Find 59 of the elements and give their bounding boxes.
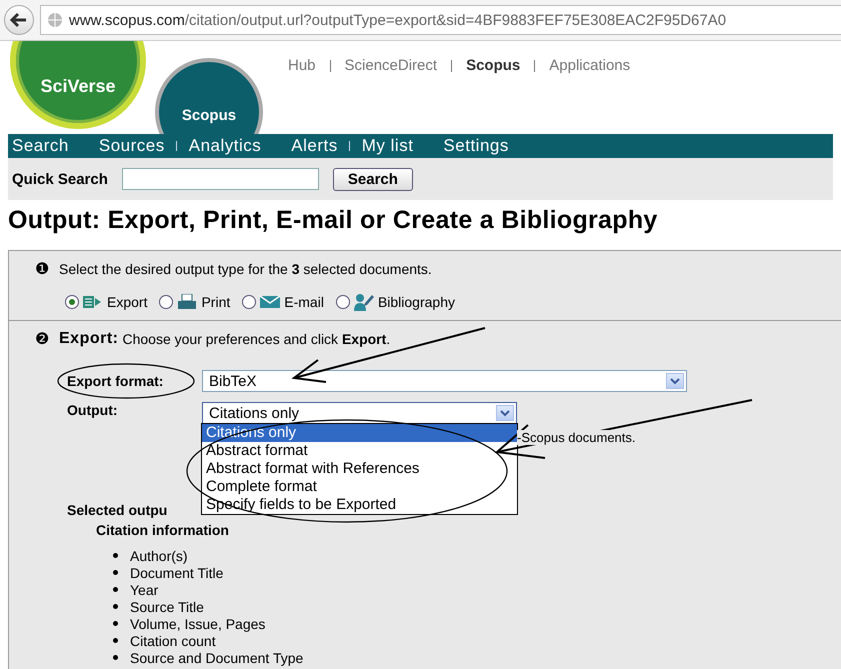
header-link[interactable]: Hub [288, 57, 316, 134]
nav-item[interactable]: Search [12, 136, 69, 156]
dropdown-option[interactable]: Abstract format [202, 442, 517, 460]
header-link[interactable]: Applications [549, 57, 630, 134]
field-name: Author(s) [130, 548, 188, 564]
radio-button[interactable] [336, 295, 350, 309]
quick-search-field[interactable] [122, 168, 319, 190]
field-name: Year [130, 582, 158, 598]
header-link[interactable]: ScienceDirect [344, 57, 438, 134]
field-label: Output: [67, 402, 119, 418]
nav-item[interactable]: Analytics [188, 136, 262, 156]
envelope-icon [260, 295, 280, 309]
field-label: Export format: [67, 373, 164, 389]
header-link[interactable]: Scopus [466, 57, 520, 134]
bullet-icon [113, 570, 118, 575]
step-number: ❷ [35, 329, 49, 348]
radio-label[interactable]: Export [107, 294, 148, 310]
printer-icon [177, 294, 198, 310]
output-select[interactable]: Citations only [202, 402, 517, 424]
step-number: ❶ [35, 259, 49, 278]
radio-button[interactable] [159, 295, 174, 309]
globe-icon [47, 12, 63, 28]
page-title: Output: Export, Print, E-mail or Create a Bibliography [8, 206, 659, 236]
people-icon [354, 293, 374, 311]
step-heading: Export: [59, 330, 118, 348]
note-text: -Scopus documents. [517, 430, 636, 445]
section-label: Selected outpu [66, 502, 168, 518]
field-name: Source Title [130, 598, 204, 614]
radio-button[interactable] [65, 295, 79, 309]
radio-button[interactable] [242, 295, 256, 309]
field-name: Source and Document Type [130, 650, 304, 666]
dropdown-option[interactable]: Complete format [202, 478, 517, 496]
nav-item[interactable]: My list [362, 136, 414, 156]
dropdown-option[interactable]: Abstract format with References [202, 460, 517, 478]
bullet-icon [113, 655, 118, 660]
section-heading: Citation information [95, 522, 230, 538]
nav-item[interactable]: Settings [443, 136, 509, 156]
export-icon [83, 295, 103, 309]
bullet-icon [113, 638, 118, 643]
step-instruction: Select the desired output type for the 3 selected documents. [59, 260, 432, 276]
sciverse-logo[interactable]: SciVerse [10, 41, 146, 129]
bullet-icon [113, 587, 118, 592]
address-field[interactable]: www.scopus.com/citation/output.url?outputType=export&sid=4BF9883FEF75E308EAC2F95D67A0 [40, 5, 841, 35]
bullet-icon [113, 553, 118, 558]
field-name: Volume, Issue, Pages [130, 616, 266, 632]
radio-label[interactable]: E-mail [284, 294, 324, 310]
step-instruction: Choose your preferences and click Export. [122, 330, 390, 346]
radio-label[interactable]: Bibliography [378, 294, 455, 310]
back-arrow-icon [10, 12, 28, 28]
quick-search-label: Quick Search [12, 170, 108, 188]
field-name: Document Title [130, 564, 224, 580]
bullet-icon [113, 604, 118, 609]
export-format-select[interactable]: BibTeX [202, 370, 687, 392]
field-name: Citation count [130, 632, 216, 648]
search-button[interactable]: Search [332, 168, 413, 190]
scopus-logo[interactable]: Scopus [155, 58, 263, 134]
back-button[interactable] [4, 5, 34, 35]
radio-label[interactable]: Print [201, 294, 230, 310]
bullet-icon [113, 621, 118, 626]
